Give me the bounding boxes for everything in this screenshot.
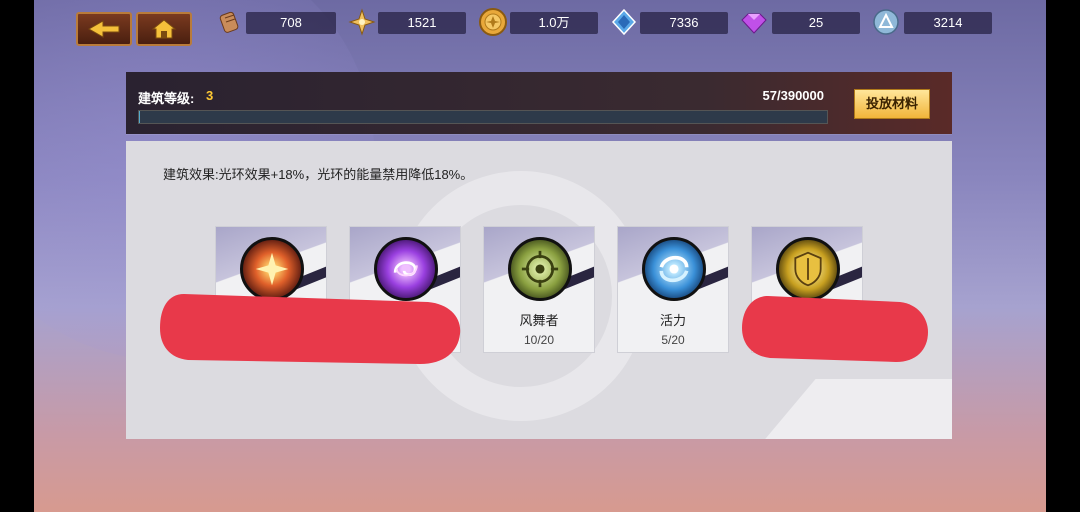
back-button[interactable] (76, 12, 132, 46)
resource-scroll-count: 708 (246, 12, 336, 34)
scroll-icon (219, 11, 239, 33)
resource-star-count: 1521 (378, 12, 466, 34)
building-level-label: 建筑等级: (138, 91, 195, 106)
background-stripe-decoration (748, 379, 952, 439)
blue-crystal-icon (611, 8, 637, 36)
deposit-materials-button[interactable]: 投放材料 (854, 89, 930, 119)
redaction-mark (742, 296, 928, 362)
back-arrow-icon (87, 20, 120, 38)
redaction-mark (160, 294, 461, 364)
star-compass-icon (348, 8, 376, 36)
resource-crystal-count: 7336 (640, 12, 728, 34)
resource-gem-count: 25 (772, 12, 860, 34)
skill-card-count: 10/20 (523, 333, 555, 347)
resource-gold-count: 1.0万 (510, 12, 598, 34)
game-screen: 708 1521 1.0万 7336 25 3214 建筑等级: 3 57/39… (34, 0, 1046, 512)
resource-orb-count: 3214 (904, 12, 992, 34)
skill-card-count: 5/20 (661, 333, 685, 347)
silver-orb-icon (873, 9, 899, 35)
target-icon (508, 237, 572, 301)
home-icon (151, 19, 177, 39)
purple-gem-icon (741, 13, 767, 34)
home-button[interactable] (136, 12, 192, 46)
skill-card[interactable]: 活力 5/20 (617, 226, 729, 353)
building-progress-bar (138, 110, 828, 124)
building-level-value: 3 (206, 88, 214, 103)
gold-coin-icon (479, 8, 507, 36)
building-progress-text: 57/390000 (762, 88, 824, 103)
skill-card[interactable]: 风舞者 10/20 (483, 226, 595, 353)
building-header: 建筑等级: 3 57/390000 投放材料 (126, 72, 952, 134)
blue-vortex-icon (642, 237, 706, 301)
skill-card-name: 活力 (659, 313, 686, 328)
building-effect-text: 建筑效果:光环效果+18%，光环的能量禁用降低18%。 (163, 167, 474, 182)
skill-card-name: 风舞者 (519, 313, 559, 328)
